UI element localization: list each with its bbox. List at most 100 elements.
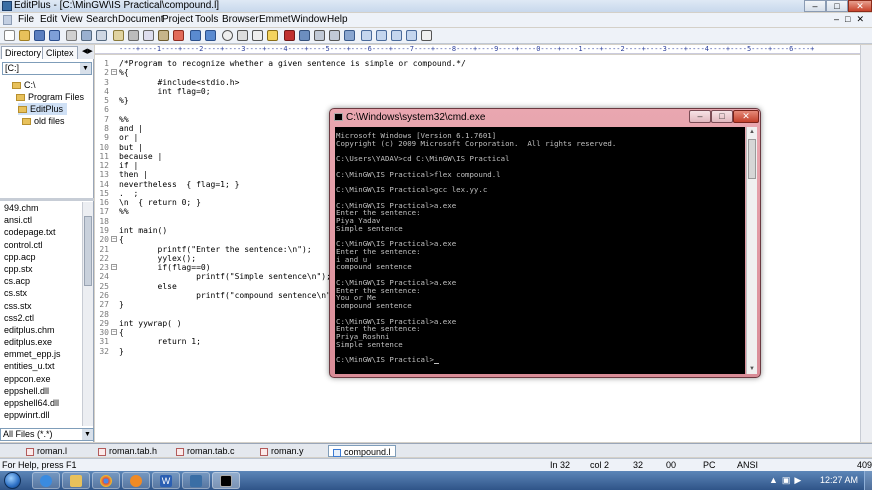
print-preview-icon[interactable] <box>96 30 107 41</box>
line-number-icon[interactable] <box>329 30 340 41</box>
menu-file[interactable]: File <box>18 13 34 27</box>
ruler-icon[interactable] <box>314 30 325 41</box>
print-icon[interactable] <box>81 30 92 41</box>
redo-icon[interactable] <box>205 30 216 41</box>
directory-icon[interactable] <box>406 30 417 41</box>
save-icon[interactable] <box>34 30 45 41</box>
replace-icon[interactable] <box>237 30 248 41</box>
taskbar-editplus[interactable] <box>182 472 210 489</box>
file-list-scrollbar[interactable] <box>82 202 93 426</box>
editplus-app-icon[interactable] <box>2 1 12 11</box>
menu-view[interactable]: View <box>61 13 83 27</box>
folder-item[interactable]: C:\ <box>12 79 36 91</box>
cut-icon[interactable] <box>128 30 139 41</box>
tab-directory[interactable]: Directory <box>1 46 46 59</box>
scroll-up-icon[interactable]: ▲ <box>747 127 757 137</box>
scrollbar-thumb[interactable] <box>748 139 756 179</box>
help-icon[interactable] <box>421 30 432 41</box>
undo-icon[interactable] <box>190 30 201 41</box>
close-file-icon[interactable] <box>66 30 77 41</box>
file-item[interactable]: codepage.txt <box>0 226 82 238</box>
code-line[interactable]: 1 /*Program to recognize whether a given … <box>95 59 855 68</box>
system-tray-icons[interactable]: ▲▣▶ <box>769 475 805 486</box>
cmd-close-button[interactable]: ✕ <box>733 110 759 123</box>
word-wrap-icon[interactable] <box>299 30 310 41</box>
spell-check-icon[interactable] <box>113 30 124 41</box>
file-item[interactable]: editplus.chm <box>0 324 82 336</box>
file-item[interactable]: css2.ctl <box>0 312 82 324</box>
drive-select[interactable]: [C:] ▼ <box>2 62 92 75</box>
scrollbar-thumb[interactable] <box>84 216 92 286</box>
editor-scrollbar[interactable] <box>860 45 872 442</box>
file-item[interactable]: eppwinrt.dll <box>0 409 82 421</box>
file-item[interactable]: cpp.stx <box>0 263 82 275</box>
fold-toggle-icon[interactable]: − <box>111 236 117 243</box>
close-button[interactable]: ✕ <box>848 0 872 12</box>
file-item[interactable]: eppcon.exe <box>0 373 82 385</box>
file-item[interactable]: control.ctl <box>0 239 82 251</box>
code-line[interactable]: 2− %{ <box>95 68 855 77</box>
file-filter-select[interactable]: All Files (*.*) ▼ <box>0 428 94 441</box>
minimize-button[interactable]: – <box>804 0 826 12</box>
scroll-down-icon[interactable]: ▼ <box>747 364 757 374</box>
find-icon[interactable] <box>222 30 233 41</box>
taskbar-chrome[interactable] <box>92 472 120 489</box>
folder-item-selected[interactable]: EditPlus <box>18 103 68 115</box>
chevron-down-icon[interactable]: ▼ <box>80 63 91 74</box>
file-item[interactable]: ansi.ctl <box>0 214 82 226</box>
font-icon[interactable] <box>284 30 295 41</box>
file-item[interactable]: entities_u.txt <box>0 360 82 372</box>
file-item[interactable]: cs.acp <box>0 275 82 287</box>
cmd-minimize-button[interactable]: – <box>689 110 711 123</box>
mdi-window-controls[interactable]: –□✕ <box>834 14 870 25</box>
file-item[interactable]: eppshell64.dll <box>0 397 82 409</box>
chevron-down-icon[interactable]: ▼ <box>82 429 93 440</box>
cmd-console[interactable]: Microsoft Windows [Version 6.1.7601] Copy… <box>335 127 745 374</box>
new-file-icon[interactable] <box>4 30 15 41</box>
code-line[interactable]: 4 int flag=0; <box>95 87 855 96</box>
fold-toggle-icon[interactable]: − <box>111 329 117 336</box>
copy-icon[interactable] <box>143 30 154 41</box>
cmd-scrollbar[interactable]: ▲ ▼ <box>746 127 757 374</box>
menu-document[interactable]: Document <box>118 13 164 27</box>
open-folder-icon[interactable] <box>19 30 30 41</box>
doc-tab[interactable]: roman.y <box>260 445 304 457</box>
browser-icon[interactable] <box>361 30 372 41</box>
menu-emmet[interactable]: Emmet <box>259 13 291 27</box>
file-item[interactable]: cs.stx <box>0 287 82 299</box>
code-line[interactable]: 3 #include<stdio.h> <box>95 78 855 87</box>
document-icon[interactable] <box>3 15 12 25</box>
menu-edit[interactable]: Edit <box>40 13 57 27</box>
menu-search[interactable]: Search <box>86 13 118 27</box>
menu-help[interactable]: Help <box>327 13 348 27</box>
goto-line-icon[interactable] <box>267 30 278 41</box>
folder-item[interactable]: Program Files <box>16 91 84 103</box>
cmd-window[interactable]: C:\Windows\system32\cmd.exe – □ ✕ Micros… <box>329 108 761 378</box>
taskbar-media-player[interactable] <box>122 472 150 489</box>
doc-tab[interactable]: roman.tab.h <box>98 445 157 457</box>
menu-browser[interactable]: Browser <box>222 13 259 27</box>
save-all-icon[interactable] <box>49 30 60 41</box>
paste-icon[interactable] <box>158 30 169 41</box>
doc-tab-active[interactable]: compound.l <box>328 445 396 457</box>
fold-toggle-icon[interactable]: − <box>111 69 117 76</box>
file-item[interactable]: css.stx <box>0 300 82 312</box>
taskbar-clock[interactable]: 12:27 AM <box>820 471 858 490</box>
delete-icon[interactable] <box>173 30 184 41</box>
start-button[interactable] <box>4 472 21 489</box>
maximize-button[interactable]: □ <box>826 0 848 12</box>
settings-icon[interactable] <box>344 30 355 41</box>
taskbar-explorer[interactable] <box>62 472 90 489</box>
taskbar-cmd[interactable] <box>212 472 240 489</box>
editplus-titlebar[interactable]: EditPlus - [C:\MinGW\IS Practical\compou… <box>0 0 872 12</box>
file-item[interactable]: editplus.exe <box>0 336 82 348</box>
menu-tools[interactable]: Tools <box>195 13 218 27</box>
menu-window[interactable]: Window <box>291 13 327 27</box>
cmd-icon[interactable] <box>334 113 343 121</box>
fold-toggle-icon[interactable]: − <box>111 264 117 271</box>
taskbar-word[interactable]: W <box>152 472 180 489</box>
file-item[interactable]: cpp.acp <box>0 251 82 263</box>
find-in-files-icon[interactable] <box>252 30 263 41</box>
tab-cliptext[interactable]: Cliptex <box>42 46 78 59</box>
file-item[interactable]: emmet_epp.js <box>0 348 82 360</box>
